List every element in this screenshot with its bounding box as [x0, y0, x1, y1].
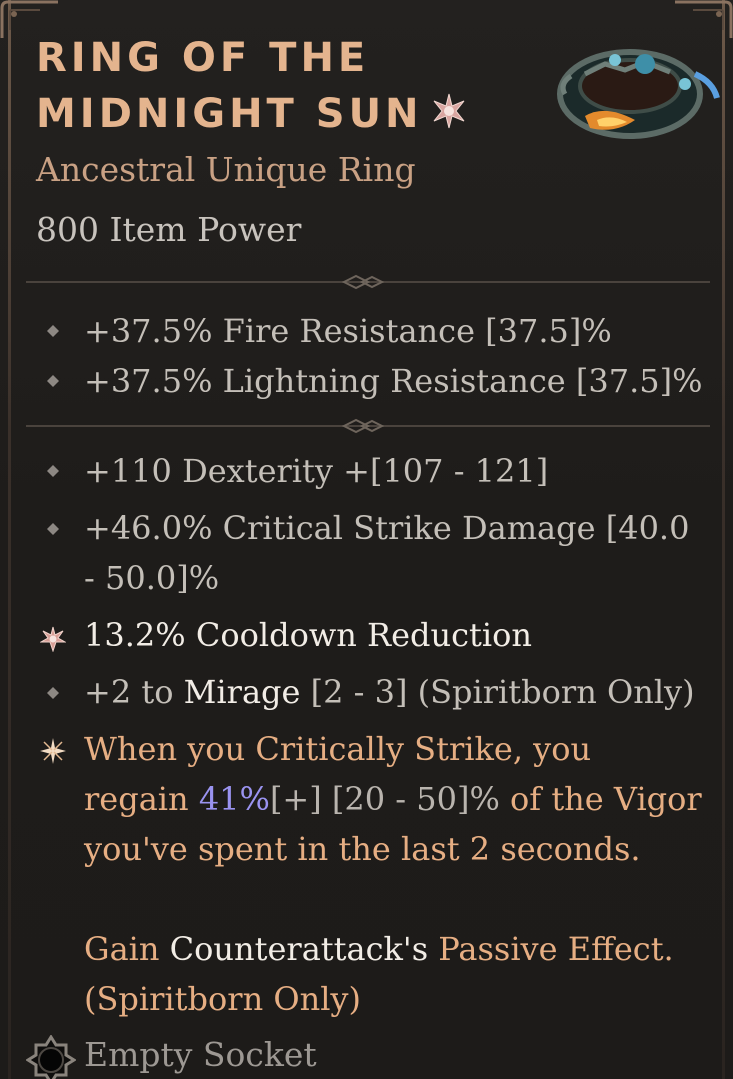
- item-power: 800 Item Power: [36, 210, 302, 249]
- unique-power-line-3: you've spent in the last 2 seconds.: [84, 830, 641, 868]
- affix-critical-strike-damage: +46.0% Critical Strike Damage [40.0 - 50…: [84, 503, 704, 603]
- divider-1: [26, 272, 710, 292]
- divider-2: [26, 416, 710, 436]
- affix-mirage-skill: Mirage: [183, 673, 301, 711]
- greater-value: 41%: [198, 780, 270, 818]
- item-name-line-2-text: MIDNIGHT SUN: [36, 91, 423, 137]
- unique-power-regain: regain: [84, 780, 199, 818]
- unique-power-passive: Passive Effect.: [428, 930, 674, 968]
- implicit-fire-resistance: +37.5% Fire Resistance [37.5]%: [84, 312, 612, 350]
- value-range: [+] [20 - 50]%: [269, 780, 500, 818]
- counterattack-skill: Counterattack's: [169, 930, 429, 968]
- diamond-bullet-icon: [44, 372, 62, 390]
- frame-left-border: [8, 0, 11, 1079]
- item-name: RING OF THE MIDNIGHT SUN: [36, 30, 496, 144]
- affix-mirage: +2 to Mirage [2 - 3] (Spiritborn Only): [84, 667, 704, 717]
- affix-crit-line-1: +46.0% Critical Strike Damage [40.0: [84, 509, 690, 547]
- unique-power-text: When you Critically Strike, you regain 4…: [84, 724, 704, 1024]
- affix-mirage-prefix: +2 to: [84, 673, 184, 711]
- unique-power-line-5: (Spiritborn Only): [84, 980, 361, 1018]
- item-type: Ancestral Unique Ring: [36, 150, 416, 189]
- unique-star-icon: [431, 88, 467, 144]
- unique-power-vigor: of the Vigor: [499, 780, 702, 818]
- tempered-star-icon: [39, 626, 67, 653]
- affix-dexterity: +110 Dexterity +[107 - 121]: [84, 452, 549, 490]
- diamond-bullet-icon: [44, 520, 62, 538]
- unique-power-gain: Gain: [84, 930, 170, 968]
- affix-cooldown-reduction: 13.2% Cooldown Reduction: [84, 616, 533, 654]
- empty-socket-icon: [25, 1034, 77, 1079]
- empty-socket-label: Empty Socket: [84, 1035, 317, 1074]
- diamond-bullet-icon: [44, 322, 62, 340]
- item-name-line-2: MIDNIGHT SUN: [36, 86, 496, 144]
- affix-crit-line-2: - 50.0]%: [84, 559, 220, 597]
- affix-mirage-suffix: [2 - 3] (Spiritborn Only): [300, 673, 695, 711]
- unique-power-line-2: regain 41%[+] [20 - 50]% of the Vigor: [84, 774, 704, 824]
- ring-item-icon: [545, 24, 725, 154]
- unique-power-line-1: When you Critically Strike, you: [84, 730, 592, 768]
- item-tooltip: RING OF THE MIDNIGHT SUN Ancestral Uniqu…: [0, 0, 733, 1079]
- item-name-line-1: RING OF THE: [36, 35, 370, 81]
- unique-power-icon: [40, 738, 66, 764]
- diamond-bullet-icon: [44, 462, 62, 480]
- unique-power-line-4: Gain Counterattack's Passive Effect.: [84, 924, 704, 974]
- frame-right-border: [722, 0, 725, 1079]
- unique-power-spacer: [84, 874, 704, 924]
- diamond-bullet-icon: [44, 684, 62, 702]
- implicit-lightning-resistance: +37.5% Lightning Resistance [37.5]%: [84, 362, 703, 400]
